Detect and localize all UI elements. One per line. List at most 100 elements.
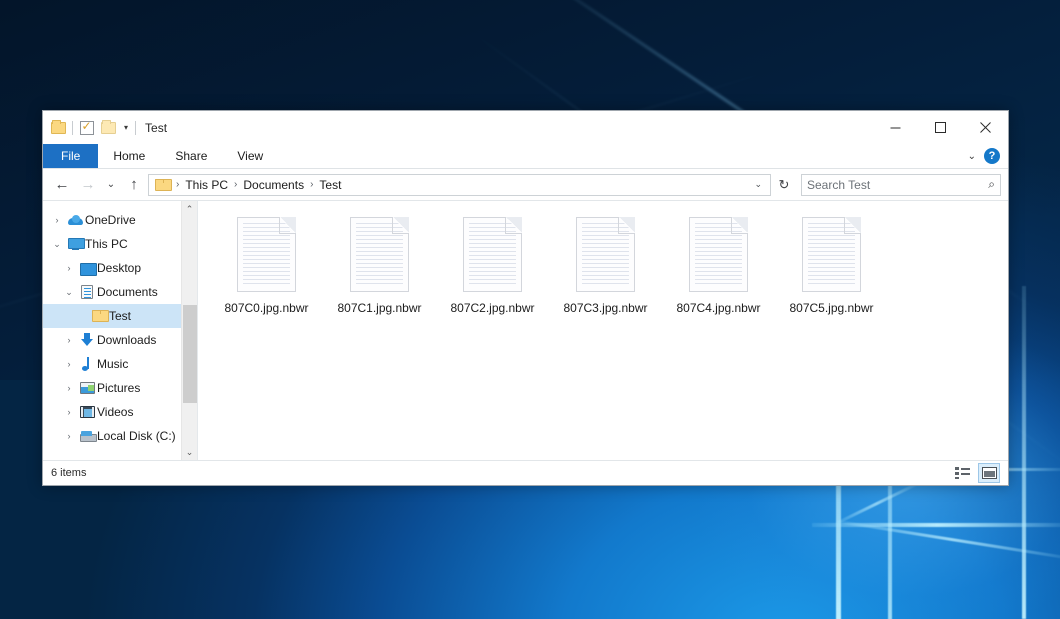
folder-icon [89, 310, 109, 322]
tab-file[interactable]: File [43, 144, 98, 168]
expander-icon[interactable]: › [61, 431, 77, 441]
videos-icon [77, 406, 97, 418]
sidebar-item-this-pc[interactable]: ⌄ This PC [43, 232, 197, 256]
breadcrumb-item-test[interactable]: Test [316, 178, 344, 192]
maximize-button[interactable] [918, 111, 963, 144]
status-bar: 6 items [43, 460, 1008, 485]
up-arrow-icon[interactable]: ↑ [122, 174, 146, 196]
sidebar-item-label: OneDrive [85, 213, 136, 227]
file-name-label: 807C4.jpg.nbwr [676, 301, 760, 315]
sidebar-item-videos[interactable]: › Videos [43, 400, 197, 424]
breadcrumb-item-this-pc[interactable]: This PC [182, 178, 231, 192]
file-list-pane[interactable]: 807C0.jpg.nbwr 807C1.jpg.nbwr 807C2.jpg.… [198, 201, 1008, 460]
cloud-icon [65, 215, 85, 225]
item-count-label: 6 items [51, 467, 86, 479]
new-folder-icon[interactable] [100, 119, 117, 136]
expander-icon[interactable]: › [49, 215, 65, 225]
forward-arrow-icon[interactable]: → [76, 174, 100, 196]
generic-file-icon [689, 217, 748, 292]
ribbon-tab-bar: File Home Share View ⌄ ? [43, 144, 1008, 169]
sidebar-item-pictures[interactable]: › Pictures [43, 376, 197, 400]
large-icons-view-button[interactable] [978, 463, 1000, 483]
tab-home[interactable]: Home [98, 144, 160, 168]
pictures-icon [77, 382, 97, 394]
sidebar-item-downloads[interactable]: › Downloads [43, 328, 197, 352]
drive-icon [77, 431, 97, 442]
scrollbar-track[interactable] [182, 217, 198, 444]
sidebar-item-label: Desktop [97, 261, 141, 275]
chevron-down-icon[interactable]: ⌄ [968, 151, 976, 162]
close-button[interactable] [963, 111, 1008, 144]
file-explorer-window: ▾ Test File Home Share View [42, 110, 1009, 486]
address-bar: ← → ⌄ ↑ › This PC › Documents › Test ⌄ ↻… [43, 169, 1008, 200]
scroll-down-icon[interactable]: ⌄ [182, 444, 198, 460]
sidebar-item-desktop[interactable]: › Desktop [43, 256, 197, 280]
separator [135, 121, 136, 135]
chevron-down-icon[interactable]: ⌄ [750, 179, 766, 190]
documents-icon [77, 285, 97, 299]
minimize-button[interactable] [873, 111, 918, 144]
window-title: Test [145, 121, 167, 135]
folder-icon[interactable] [50, 119, 67, 136]
file-name-label: 807C0.jpg.nbwr [224, 301, 308, 315]
expander-icon[interactable]: ⌄ [61, 287, 77, 298]
expander-icon[interactable]: › [61, 407, 77, 417]
file-name-label: 807C5.jpg.nbwr [789, 301, 873, 315]
scroll-up-icon[interactable]: ⌃ [182, 201, 198, 217]
file-name-label: 807C2.jpg.nbwr [450, 301, 534, 315]
breadcrumb-separator: › [233, 179, 238, 190]
expander-icon[interactable]: ⌄ [49, 239, 65, 250]
music-icon [77, 357, 97, 371]
generic-file-icon [350, 217, 409, 292]
refresh-icon[interactable]: ↻ [773, 174, 795, 196]
sidebar-item-music[interactable]: › Music [43, 352, 197, 376]
file-item[interactable]: 807C5.jpg.nbwr [775, 213, 888, 337]
file-item[interactable]: 807C0.jpg.nbwr [210, 213, 323, 337]
breadcrumb-item-documents[interactable]: Documents [240, 178, 307, 192]
search-input[interactable]: Search Test ⌕ [801, 174, 1001, 196]
search-icon[interactable]: ⌕ [988, 177, 995, 192]
sidebar-item-label: This PC [85, 237, 128, 251]
tab-view[interactable]: View [222, 144, 278, 168]
sidebar-item-onedrive[interactable]: › OneDrive [43, 208, 197, 232]
file-item[interactable]: 807C4.jpg.nbwr [662, 213, 775, 337]
desktop: ▾ Test File Home Share View [0, 0, 1060, 619]
computer-icon [65, 238, 85, 250]
breadcrumb[interactable]: › This PC › Documents › Test ⌄ [148, 174, 771, 196]
title-bar: ▾ Test [43, 111, 1008, 144]
downloads-icon [77, 333, 97, 347]
back-arrow-icon[interactable]: ← [50, 174, 74, 196]
help-icon[interactable]: ? [984, 148, 1000, 164]
folder-icon [155, 179, 170, 191]
expander-icon[interactable]: › [61, 263, 77, 273]
sidebar-item-label: Music [97, 357, 128, 371]
details-view-button[interactable] [951, 463, 973, 483]
file-item[interactable]: 807C2.jpg.nbwr [436, 213, 549, 337]
file-item[interactable]: 807C1.jpg.nbwr [323, 213, 436, 337]
navigation-scrollbar[interactable]: ⌃ ⌄ [181, 201, 197, 460]
expander-icon[interactable]: › [61, 335, 77, 345]
expander-icon[interactable]: › [61, 359, 77, 369]
sidebar-item-label: Local Disk (C:) [97, 429, 176, 443]
quick-access-toolbar: ▾ [50, 119, 136, 136]
file-item[interactable]: 807C3.jpg.nbwr [549, 213, 662, 337]
generic-file-icon [463, 217, 522, 292]
sidebar-item-label: Videos [97, 405, 133, 419]
file-name-label: 807C1.jpg.nbwr [337, 301, 421, 315]
sidebar-item-local-disk[interactable]: › Local Disk (C:) [43, 424, 197, 448]
navigation-tree: › OneDrive ⌄ This PC › Desktop [43, 201, 197, 448]
sidebar-item-test[interactable]: Test [43, 304, 197, 328]
view-toggle-group [951, 463, 1000, 483]
expander-icon[interactable]: › [61, 383, 77, 393]
generic-file-icon [576, 217, 635, 292]
sidebar-item-documents[interactable]: ⌄ Documents [43, 280, 197, 304]
tab-share[interactable]: Share [160, 144, 222, 168]
desktop-icon [77, 263, 97, 274]
properties-icon[interactable] [78, 119, 95, 136]
recent-locations-icon[interactable]: ⌄ [102, 174, 120, 196]
sidebar-item-label: Pictures [97, 381, 140, 395]
sidebar-item-label: Downloads [97, 333, 156, 347]
chevron-down-icon[interactable]: ▾ [122, 123, 130, 132]
sidebar-item-label: Documents [97, 285, 158, 299]
scrollbar-thumb[interactable] [183, 305, 197, 403]
